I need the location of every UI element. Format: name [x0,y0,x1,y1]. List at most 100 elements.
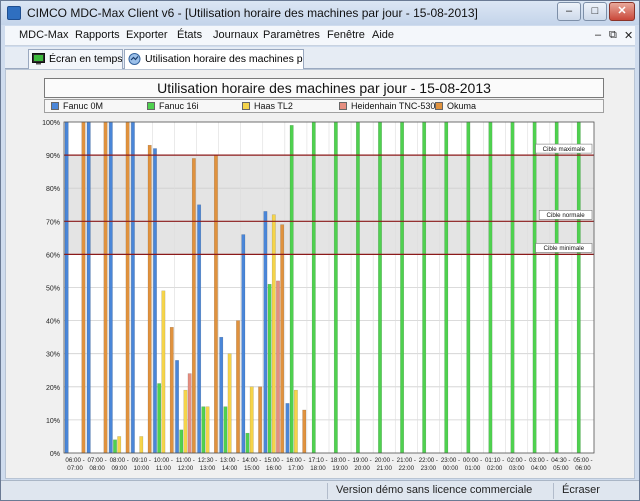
x-tick-label: 12:30 - [198,457,217,464]
bar [223,406,228,454]
x-tick-label: 05:00 [553,465,569,472]
app-logo-icon [7,6,21,20]
x-tick-label: 12:00 [178,465,194,472]
bar [187,373,192,454]
bar [153,148,157,454]
bar [147,144,152,454]
x-tick-label: 21:00 - [397,457,416,464]
legend-swatch [435,102,443,110]
x-tick-label: 14:00 [222,465,238,472]
menu-bar: MDC-Max Rapports Exporter États Journaux… [5,26,635,46]
bar [183,389,188,454]
bar [400,121,404,454]
target-label: Cible maximale [543,146,586,153]
bar [576,121,581,454]
y-tick-label: 100% [42,120,60,127]
status-message: Version démo sans licence commerciale [327,483,532,499]
report-panel: Utilisation horaire des machines par jou… [5,69,635,479]
x-tick-label: 03:00 [509,465,525,472]
x-tick-label: 00:00 [443,465,459,472]
x-tick-label: 18:00 [310,465,326,472]
x-tick-label: 16:00 [266,465,282,472]
x-tick-label: 22:00 [399,465,415,472]
maximize-button[interactable]: □ [583,2,607,21]
bar [488,121,493,454]
tab-hourly-utilization[interactable]: Utilisation horaire des machines par jou… [124,49,304,69]
bar [378,121,382,454]
legend-swatch [242,102,250,110]
x-tick-label: 03:00 - [529,457,548,464]
x-tick-label: 07:00 - [87,457,106,464]
bar [263,211,268,454]
x-tick-label: 02:00 - [507,457,526,464]
x-tick-label: 11:00 [156,465,172,472]
bar [333,121,338,454]
bar [267,283,272,454]
menu-exporter[interactable]: Exporter [126,29,168,41]
x-tick-label: 06:00 - [65,457,84,464]
x-tick-label: 10:00 [134,465,150,472]
bar [201,406,206,454]
x-tick-label: 20:00 - [375,457,394,464]
chart-legend: Fanuc 0M Fanuc 16i Haas TL2 Heidenhain T… [44,99,604,113]
bar [117,436,122,454]
x-tick-label: 15:00 - [264,457,283,464]
close-button[interactable]: ✕ [609,2,635,21]
mdi-minimize-button[interactable]: – [595,29,601,41]
bar [113,439,117,454]
bar [466,121,471,454]
tab-realtime-screen[interactable]: Écran en temps réel [28,49,123,69]
legend-swatch [51,102,59,110]
legend-label: Haas TL2 [254,101,293,111]
mdi-restore-button[interactable]: ⧉ [609,29,617,42]
bar [241,234,246,454]
x-tick-label: 19:00 - [352,457,371,464]
menu-fenetre[interactable]: Fenêtre [327,29,365,41]
menu-mdc-max[interactable]: MDC-Max [19,29,69,41]
legend-item-fanuc-16i: Fanuc 16i [147,101,199,111]
bar [271,214,276,454]
title-bar[interactable]: CIMCO MDC-Max Client v6 - [Utilisation h… [1,1,639,25]
x-tick-label: 17:00 [288,465,304,472]
utilization-bar-chart: 0% 10% 20% 30% 40% 50% 60% 70% 80% 90% 100% Cible m… [42,120,595,472]
menu-journaux[interactable]: Journaux [213,29,258,41]
bar [276,280,280,454]
bar [356,121,360,454]
legend-label: Heidenhain TNC-530 [351,101,436,111]
x-tick-label: 16:00 - [286,457,305,464]
minimize-button[interactable]: – [557,2,581,21]
bar [139,436,144,454]
bar [302,409,307,454]
menu-etats[interactable]: États [177,29,202,41]
bar [175,360,179,454]
x-tick-label: 00:00 - [463,457,482,464]
status-cell-empty [1,483,331,499]
menu-rapports[interactable]: Rapports [75,29,120,41]
tab-label: Utilisation horaire des machines par jou… [145,53,303,65]
target-label: Cible normale [547,212,586,219]
x-tick-label: 22:00 - [419,457,438,464]
bar [81,121,86,454]
bar [214,154,218,454]
tab-label: Écran en temps réel [49,53,123,65]
status-bar: Version démo sans licence commerciale Éc… [1,480,639,500]
menu-parametres[interactable]: Paramètres [263,29,320,41]
x-tick-label: 18:00 - [330,457,349,464]
bar [293,389,298,454]
y-tick-label: 30% [46,352,60,359]
bar [205,406,210,454]
bar [197,204,202,454]
window-title: CIMCO MDC-Max Client v6 - [Utilisation h… [27,6,478,20]
bar [532,121,537,454]
bar [103,121,108,454]
report-icon [128,53,141,65]
mdi-close-button[interactable]: ✕ [624,29,633,42]
menu-aide[interactable]: Aide [372,29,394,41]
x-tick-label: 20:00 [354,465,370,472]
legend-label: Fanuc 0M [63,101,104,111]
bar [125,121,130,454]
legend-label: Fanuc 16i [159,101,199,111]
legend-item-heidenhain: Heidenhain TNC-530 [339,101,435,111]
bar [191,158,196,454]
x-tick-label: 13:00 [200,465,216,472]
